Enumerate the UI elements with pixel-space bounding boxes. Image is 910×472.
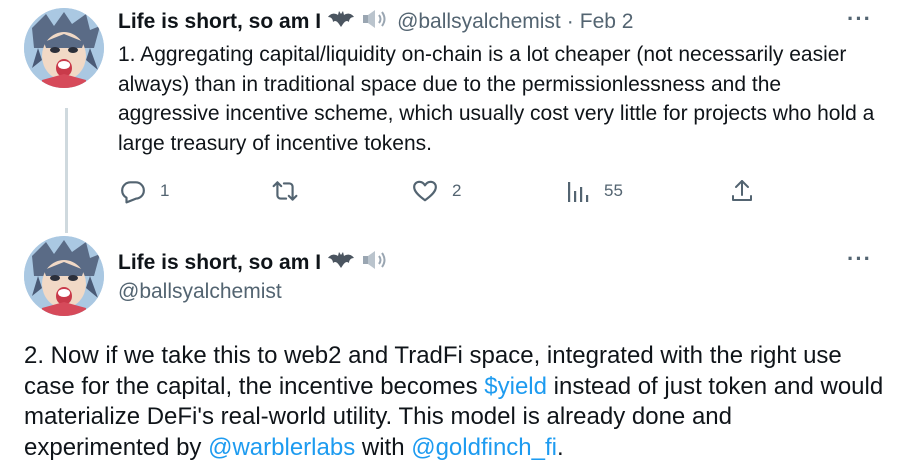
more-icon[interactable]: ··· [847, 246, 872, 272]
share-icon [730, 178, 754, 204]
tweet-header: Life is short, so am I [118, 249, 391, 276]
tweet-header: Life is short, so am I @ballsyalchemist … [118, 8, 633, 35]
tweet-text: 1. Aggregating capital/liquidity on-chai… [118, 43, 875, 155]
tweet-text-part: . [557, 433, 564, 461]
like-button[interactable]: 2 [412, 178, 461, 204]
separator-dot: · [566, 9, 574, 33]
author-handle[interactable]: @ballsyalchemist [397, 10, 561, 34]
mention-link-goldfinch[interactable]: @goldfinch_fi [411, 434, 557, 461]
avatar[interactable] [24, 8, 104, 88]
avatar[interactable] [24, 236, 104, 316]
retweet-icon [272, 178, 298, 204]
tweet-text: 2. Now if we take this to web2 and TradF… [24, 341, 884, 463]
author-name[interactable]: Life is short, so am I [118, 251, 321, 275]
like-icon [412, 178, 438, 204]
reply-button[interactable]: 1 [120, 178, 169, 204]
mention-link-warblerlabs[interactable]: @warblerlabs [208, 434, 355, 461]
views-count: 55 [604, 181, 623, 200]
tweet-date[interactable]: Feb 2 [580, 10, 634, 34]
retweet-button[interactable] [272, 178, 312, 204]
author-name[interactable]: Life is short, so am I [118, 10, 321, 34]
tweet-text-part: with [355, 433, 412, 461]
views-icon [566, 178, 590, 204]
bat-emoji-icon [327, 250, 355, 275]
speaker-emoji-icon [361, 8, 391, 35]
author-handle[interactable]: @ballsyalchemist [118, 280, 282, 304]
bat-emoji-icon [327, 9, 355, 34]
more-icon[interactable]: ··· [847, 6, 872, 32]
thread-line [65, 108, 68, 233]
cashtag-link[interactable]: $yield [484, 373, 547, 400]
views-button[interactable]: 55 [566, 178, 623, 204]
speaker-emoji-icon [361, 249, 391, 276]
reply-icon [120, 178, 146, 204]
like-count: 2 [452, 181, 462, 200]
reply-count: 1 [160, 181, 170, 200]
share-button[interactable] [730, 178, 754, 204]
